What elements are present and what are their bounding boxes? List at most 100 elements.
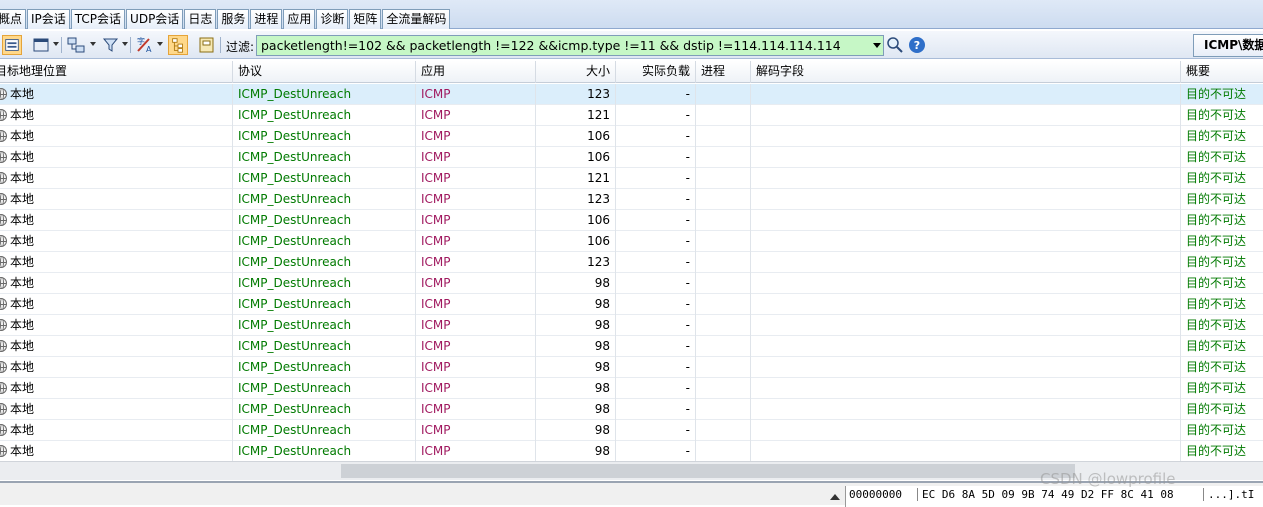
tab-icmp-data[interactable]: ICMP\数据 xyxy=(1193,34,1263,57)
cell-summary: 目的不可达 xyxy=(1181,168,1263,189)
cell-app: ICMP xyxy=(416,336,536,357)
tab[interactable]: IP会话 xyxy=(27,9,70,29)
network-icon[interactable] xyxy=(66,35,86,55)
filter-tool-dropdown-icon[interactable] xyxy=(122,42,128,46)
decode-dropdown-icon[interactable] xyxy=(157,42,163,46)
column-header-process[interactable]: 进程 xyxy=(696,61,751,83)
column-header-payload[interactable]: 实际负载 xyxy=(616,61,696,83)
table-row[interactable]: 本地 ICMP_DestUnreach ICMP 123- 目的不可达 xyxy=(0,189,1263,210)
table-row[interactable]: 本地 ICMP_DestUnreach ICMP 123- 目的不可达 xyxy=(0,252,1263,273)
table-row[interactable]: 本地 ICMP_DestUnreach ICMP 98- 目的不可达 xyxy=(0,315,1263,336)
scrollbar-thumb[interactable] xyxy=(341,464,1075,478)
dest-label: 本地 xyxy=(10,339,35,353)
table-row[interactable]: 本地 ICMP_DestUnreach ICMP 98- 目的不可达 xyxy=(0,273,1263,294)
column-header-summary[interactable]: 概要 xyxy=(1181,61,1263,83)
filter-dropdown-button[interactable] xyxy=(870,35,884,56)
tab[interactable]: 日志 xyxy=(184,9,217,29)
table-row[interactable]: 本地 ICMP_DestUnreach ICMP 98- 目的不可达 xyxy=(0,294,1263,315)
table-row[interactable]: 本地 ICMP_DestUnreach ICMP 106- 目的不可达 xyxy=(0,126,1263,147)
cell-protocol: ICMP_DestUnreach xyxy=(233,105,416,126)
column-header-size[interactable]: 大小 xyxy=(536,61,616,83)
table-row[interactable]: 本地 ICMP_DestUnreach ICMP 98- 目的不可达 xyxy=(0,399,1263,420)
decode-tool-icon[interactable]: 字 A xyxy=(135,35,155,55)
dest-label: 本地 xyxy=(10,402,35,416)
table-row[interactable]: 本地 ICMP_DestUnreach ICMP 106- 目的不可达 xyxy=(0,147,1263,168)
tab[interactable]: 全流量解码 xyxy=(382,9,451,29)
column-header-protocol[interactable]: 协议 xyxy=(233,61,416,83)
watermark: CSDN @lowprofile xyxy=(1040,470,1176,488)
table-row[interactable]: 本地 ICMP_DestUnreach ICMP 98- 目的不可达 xyxy=(0,441,1263,461)
table-row[interactable]: 本地 ICMP_DestUnreach ICMP 98- 目的不可达 xyxy=(0,420,1263,441)
cell-summary: 目的不可达 xyxy=(1181,231,1263,252)
scroll-up-icon[interactable] xyxy=(827,488,843,505)
tab[interactable]: 应用 xyxy=(283,9,316,29)
cell-app: ICMP xyxy=(416,189,536,210)
cell-process xyxy=(696,399,751,420)
cell-protocol: ICMP_DestUnreach xyxy=(233,420,416,441)
cell-size: 106 xyxy=(536,210,616,231)
tab[interactable]: 诊断 xyxy=(316,9,349,29)
table-row[interactable]: 本地 ICMP_DestUnreach ICMP 121- 目的不可达 xyxy=(0,168,1263,189)
tab[interactable]: 服务 xyxy=(217,9,250,29)
tab[interactable]: 进程 xyxy=(250,9,283,29)
table-view-icon[interactable] xyxy=(2,35,22,55)
table-row[interactable]: 本地 ICMP_DestUnreach ICMP 123- 目的不可达 xyxy=(0,84,1263,105)
dest-label: 本地 xyxy=(10,381,35,395)
table-row[interactable]: 本地 ICMP_DestUnreach ICMP 106- 目的不可达 xyxy=(0,210,1263,231)
column-header-dest[interactable]: 目标地理位置 xyxy=(0,61,233,83)
table-row[interactable]: 本地 ICMP_DestUnreach ICMP 98- 目的不可达 xyxy=(0,336,1263,357)
tab[interactable]: UDP会话 xyxy=(126,9,184,29)
dest-label: 本地 xyxy=(10,255,35,269)
cell-protocol: ICMP_DestUnreach xyxy=(233,294,416,315)
cell-process xyxy=(696,189,751,210)
cell-protocol: ICMP_DestUnreach xyxy=(233,210,416,231)
export-icon[interactable] xyxy=(197,35,217,55)
cell-dest: 本地 xyxy=(0,357,233,378)
table-row[interactable]: 本地 ICMP_DestUnreach ICMP 98- 目的不可达 xyxy=(0,378,1263,399)
cell-protocol: ICMP_DestUnreach xyxy=(233,189,416,210)
cell-payload: - xyxy=(616,252,696,273)
column-header-app[interactable]: 应用 xyxy=(416,61,536,83)
help-icon[interactable]: ? xyxy=(908,36,926,54)
cell-app: ICMP xyxy=(416,105,536,126)
cell-dest: 本地 xyxy=(0,105,233,126)
cell-payload: - xyxy=(616,231,696,252)
globe-icon xyxy=(0,424,7,436)
network-dropdown-icon[interactable] xyxy=(90,42,96,46)
columns-icon[interactable] xyxy=(32,35,52,55)
cell-summary: 目的不可达 xyxy=(1181,105,1263,126)
cell-protocol: ICMP_DestUnreach xyxy=(233,273,416,294)
dest-label: 本地 xyxy=(10,192,35,206)
cell-payload: - xyxy=(616,336,696,357)
table-row[interactable]: 本地 ICMP_DestUnreach ICMP 106- 目的不可达 xyxy=(0,231,1263,252)
cell-size: 98 xyxy=(536,273,616,294)
cell-decode xyxy=(751,210,1181,231)
cell-decode xyxy=(751,189,1181,210)
hex-view[interactable]: 00000000 EC D6 8A 5D 09 9B 74 49 D2 FF 8… xyxy=(845,486,1263,507)
filter-input[interactable]: packetlength!=102 && packetlength !=122 … xyxy=(256,35,884,56)
svg-text:?: ? xyxy=(914,39,920,52)
search-icon[interactable] xyxy=(886,36,904,54)
cell-process xyxy=(696,84,751,105)
toolbar: 字 A 过滤: packetlength!=102 && packetlengt… xyxy=(0,31,1263,59)
cell-process xyxy=(696,147,751,168)
cell-protocol: ICMP_DestUnreach xyxy=(233,168,416,189)
columns-dropdown-icon[interactable] xyxy=(53,42,59,46)
tab[interactable]: TCP会话 xyxy=(70,9,126,29)
tree-view-icon[interactable] xyxy=(168,35,188,55)
filter-tool-icon[interactable] xyxy=(101,35,121,55)
cell-summary: 目的不可达 xyxy=(1181,378,1263,399)
toolbar-separator xyxy=(220,37,221,53)
cell-summary: 目的不可达 xyxy=(1181,189,1263,210)
tab[interactable]: 概点 xyxy=(0,9,27,29)
column-header-decode[interactable]: 解码字段 xyxy=(751,61,1181,83)
tab[interactable]: 矩阵 xyxy=(349,9,382,29)
toolbar-separator xyxy=(61,37,62,53)
cell-summary: 目的不可达 xyxy=(1181,441,1263,461)
dest-label: 本地 xyxy=(10,360,35,374)
cell-app: ICMP xyxy=(416,273,536,294)
table-row[interactable]: 本地 ICMP_DestUnreach ICMP 121- 目的不可达 xyxy=(0,105,1263,126)
cell-process xyxy=(696,420,751,441)
cell-protocol: ICMP_DestUnreach xyxy=(233,441,416,461)
table-row[interactable]: 本地 ICMP_DestUnreach ICMP 98- 目的不可达 xyxy=(0,357,1263,378)
